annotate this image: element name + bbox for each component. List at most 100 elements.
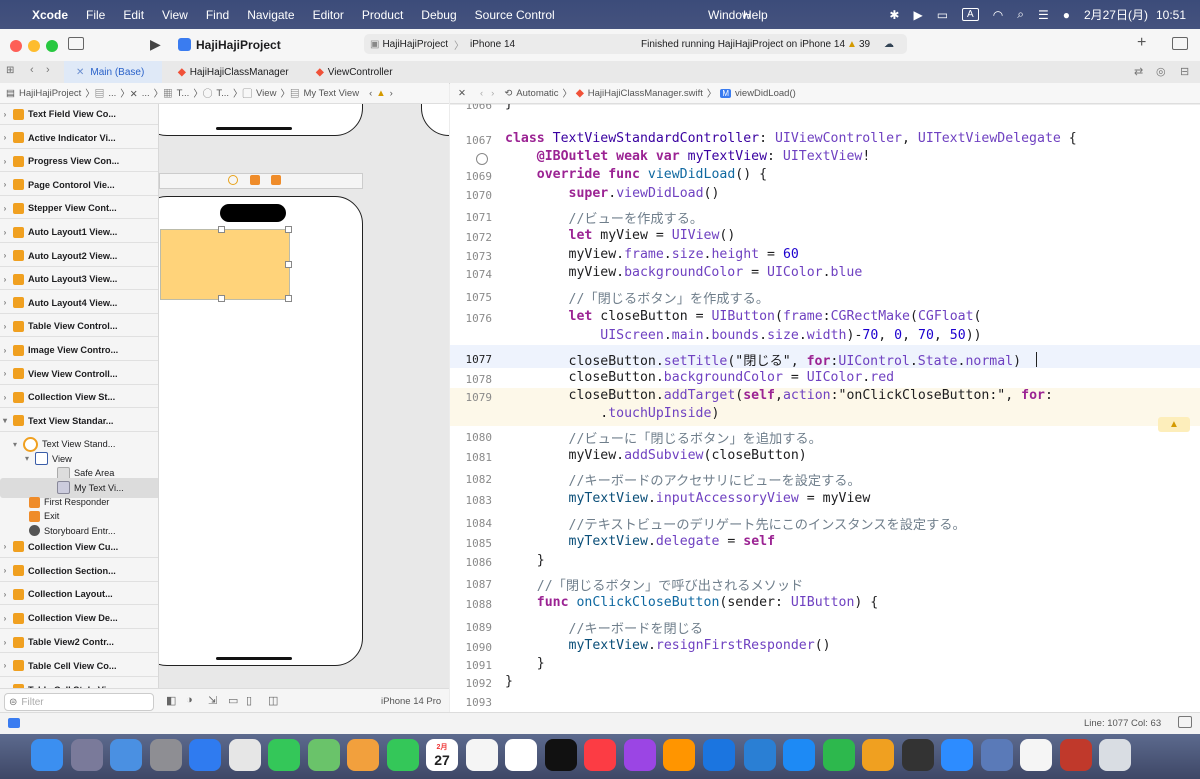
outline-scene-item[interactable]: › Collection View De... — [0, 608, 158, 630]
wifi-icon[interactable]: ◠ — [993, 8, 1003, 22]
scene-dock-bar[interactable] — [159, 173, 363, 189]
menu-product[interactable]: Product — [362, 8, 403, 22]
outline-scene-item[interactable]: › View View Controll... — [0, 364, 158, 385]
code-line[interactable]: //「閉じるボタン」を作成する。 — [505, 288, 770, 307]
jump-file[interactable]: HajiHajiClassManager.swift — [588, 88, 703, 99]
code-line[interactable]: myTextView.delegate = self — [505, 534, 775, 549]
chevron-right-icon[interactable]: › — [0, 180, 10, 189]
code-line[interactable]: @IBOutlet weak var myTextView: UITextVie… — [505, 149, 871, 164]
chevron-right-icon[interactable]: › — [0, 542, 10, 551]
keynote-icon[interactable] — [862, 739, 894, 771]
outline-scene-item[interactable]: › Progress View Con... — [0, 151, 158, 173]
tv-icon[interactable] — [544, 739, 577, 771]
jump-item-group[interactable]: ... — [108, 88, 116, 99]
close-tab-icon[interactable]: ✕ — [76, 67, 84, 78]
chevron-down-icon[interactable]: ▾ — [22, 454, 32, 463]
launchpad-icon[interactable] — [70, 739, 103, 771]
destination-selector[interactable]: iPhone 14 — [470, 39, 515, 50]
device-selector[interactable]: iPhone 14 Pro — [381, 696, 441, 707]
toggle-outline-icon[interactable]: ◧ — [166, 694, 176, 707]
outline-scene-item[interactable]: › Active Indicator Vi... — [0, 128, 158, 149]
podcasts-icon[interactable] — [623, 739, 656, 771]
bluetooth-icon[interactable]: ✱ — [889, 8, 899, 22]
scheme-selector[interactable]: HajiHajiProject — [382, 39, 448, 50]
menu-source-control[interactable]: Source Control — [475, 8, 555, 22]
outline-scene-item[interactable]: › Collection Section... — [0, 561, 158, 582]
preview-icon[interactable] — [980, 739, 1013, 771]
facetime-icon[interactable] — [386, 739, 419, 771]
tab-hajihaji-class-manager[interactable]: ◆ HajiHajiClassManager — [178, 61, 298, 83]
outline-scene-item[interactable]: › Page Contorol Vie... — [0, 175, 158, 196]
outline-scene-item[interactable]: › Image View Contro... — [0, 340, 158, 361]
chevron-right-icon[interactable]: › — [0, 638, 10, 647]
code-line[interactable]: closeButton.setTitle("閉じる", for:UIContro… — [505, 350, 1022, 369]
outline-scene-item[interactable]: › Auto Layout2 View... — [0, 246, 158, 267]
menu-editor[interactable]: Editor — [313, 8, 344, 22]
app-store-icon[interactable] — [783, 739, 815, 771]
code-line[interactable]: //キーボードを閉じる — [505, 618, 704, 637]
chevron-right-icon[interactable]: › — [0, 393, 10, 402]
jump-item-project[interactable]: HajiHajiProject — [19, 88, 81, 99]
warning-annotation-icon[interactable]: ▲ — [1158, 417, 1190, 432]
chevron-down-icon[interactable]: ▾ — [10, 440, 20, 449]
code-line[interactable]: //「閉じるボタン」で呼び出されるメソッド — [505, 575, 803, 594]
chevron-right-icon[interactable]: › — [0, 157, 10, 166]
reminders-icon[interactable] — [505, 739, 537, 771]
resize-handle[interactable] — [218, 226, 225, 233]
calendar-icon[interactable]: 2月 27 — [426, 739, 458, 771]
source-editor[interactable]: ▲ 1066} 1067 class TextViewStandardControl… — [450, 104, 1200, 712]
resize-handle[interactable] — [285, 295, 292, 302]
jump-item-file[interactable]: ... — [142, 88, 150, 99]
chevron-right-icon[interactable]: › — [0, 298, 10, 307]
grid-icon[interactable]: ⊞ — [6, 65, 14, 76]
jump-method[interactable]: viewDidLoad() — [735, 88, 796, 99]
code-line[interactable]: closeButton.addTarget(self,action:"onCli… — [505, 388, 1053, 403]
menu-view[interactable]: View — [162, 8, 188, 22]
chevron-right-icon[interactable]: › — [0, 590, 10, 599]
storyboard-canvas[interactable] — [159, 104, 449, 688]
outlet-connection-icon[interactable] — [476, 153, 488, 165]
code-line[interactable]: UIScreen.main.bounds.size.width)-70, 0, … — [505, 328, 981, 343]
maps-icon[interactable] — [307, 739, 340, 771]
chevron-down-icon[interactable]: ▾ — [0, 416, 10, 425]
warning-icon[interactable]: ▲ — [847, 39, 857, 50]
chevron-right-icon[interactable]: › — [0, 614, 10, 623]
view-controller-dock-icon[interactable] — [228, 175, 238, 185]
outline-scene-item[interactable]: › Stepper View Cont... — [0, 198, 158, 220]
battery-icon[interactable]: ▭ — [937, 8, 948, 22]
chevron-right-icon[interactable]: › — [0, 228, 10, 237]
code-line[interactable]: myTextView.inputAccessoryView = myView — [505, 491, 871, 506]
play-status-icon[interactable]: ▶ — [913, 8, 922, 22]
code-line[interactable]: //キーボードのアクセサリにビューを設定する。 — [505, 470, 861, 489]
code-line[interactable]: myView.frame.size.height = 60 — [505, 247, 799, 262]
chevron-right-icon[interactable]: › — [0, 661, 10, 670]
menu-help[interactable]: Help — [743, 8, 768, 22]
outline-scene-item[interactable]: › Auto Layout1 View... — [0, 222, 158, 243]
chrome-icon[interactable] — [228, 739, 261, 771]
code-line[interactable]: myView.addSubview(closeButton) — [505, 448, 807, 463]
resize-handle[interactable] — [218, 295, 225, 302]
outline-scene-item[interactable]: › Text Field View Co... — [0, 104, 158, 125]
safari-icon[interactable] — [189, 739, 221, 771]
close-window-button[interactable] — [10, 40, 22, 52]
chevron-right-icon[interactable]: › — [0, 204, 10, 213]
inspector-area-toggle-icon[interactable] — [1178, 716, 1192, 728]
outline-scene-item[interactable]: ▾ Text View Standar... — [0, 411, 158, 432]
code-line[interactable]: let myView = UIView() — [505, 228, 736, 243]
code-line[interactable]: //ビューに「閉じるボタン」を追加する。 — [505, 428, 822, 447]
zoom-window-button[interactable] — [46, 40, 58, 52]
code-line[interactable]: super.viewDidLoad() — [505, 186, 720, 201]
resize-handle[interactable] — [285, 226, 292, 233]
minimize-window-button[interactable] — [28, 40, 40, 52]
chevron-right-icon[interactable]: › — [0, 322, 10, 331]
outline-scene-item[interactable]: › Table View Control... — [0, 316, 158, 338]
menu-edit[interactable]: Edit — [123, 8, 144, 22]
back-arrow-icon[interactable]: ‹ — [30, 64, 34, 76]
trash-icon[interactable] — [1099, 739, 1131, 771]
control-center-icon[interactable]: ☰ — [1038, 8, 1049, 22]
outline-scene-item[interactable]: › Collection View St... — [0, 387, 158, 409]
warning-count[interactable]: 39 — [859, 39, 870, 50]
jump-mode[interactable]: Automatic — [516, 88, 558, 99]
outline-scene-item[interactable]: › Auto Layout3 View... — [0, 269, 158, 291]
outline-scene-item[interactable]: ›Table Cell Style Vi... — [0, 680, 158, 688]
